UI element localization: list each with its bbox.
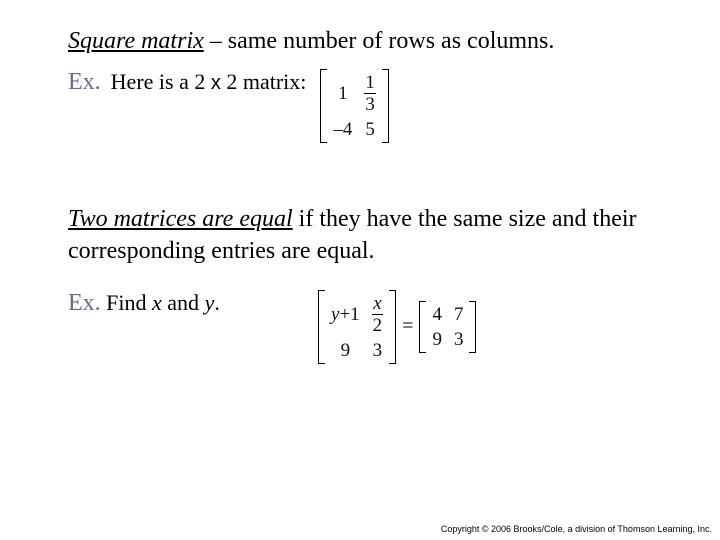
- mR-r2c1: 9: [432, 330, 442, 349]
- mL-r2c2: 3: [373, 341, 383, 360]
- mR-r1c2: 7: [454, 305, 464, 324]
- ex2-text-b: and: [162, 290, 205, 315]
- matrix-grid: y+1 x 2 9 3: [325, 290, 389, 364]
- bracket-left-icon: [320, 69, 327, 143]
- def-dash: –: [204, 28, 228, 54]
- example-2-equation: y+1 x 2 9 3 = 4 7 9 3: [318, 290, 476, 364]
- bracket-left-icon: [318, 290, 325, 364]
- example-1-text: Here is a 2 x 2 matrix:: [111, 69, 307, 95]
- ex2-text-a: Find: [106, 290, 152, 315]
- copyright-text: Copyright © 2006 Brooks/Cole, a division…: [441, 524, 712, 534]
- ex2-right-matrix: 4 7 9 3: [419, 301, 476, 353]
- slide: Square matrix – same number of rows as c…: [0, 0, 720, 540]
- ex1-text-b: 2 matrix:: [221, 69, 307, 94]
- bracket-left-icon: [419, 301, 426, 353]
- mR-r2c2: 3: [454, 330, 464, 349]
- m1-r2c1: –4: [333, 120, 352, 139]
- ex2-text-c: .: [214, 290, 220, 315]
- ex1-text-a: Here is a 2: [111, 69, 211, 94]
- mL-r2c1: 9: [341, 341, 351, 360]
- bracket-right-icon: [382, 69, 389, 143]
- equals-sign: =: [396, 315, 419, 338]
- m1-r2c2: 5: [365, 120, 375, 139]
- example-1-matrix: 1 1 3 –4 5: [320, 69, 389, 143]
- m1-r1c2-frac: 1 3: [364, 73, 376, 114]
- matrix-grid: 1 1 3 –4 5: [327, 69, 382, 143]
- definition-line: Square matrix – same number of rows as c…: [68, 28, 672, 55]
- equal-def-block: Two matrices are equal if they have the …: [68, 203, 648, 268]
- mL-r1c2-frac: x 2: [372, 294, 384, 335]
- mL-r1c2-den: 2: [372, 314, 384, 335]
- ex2-var-x: x: [152, 290, 162, 315]
- def-rest: same number of rows as columns.: [228, 28, 555, 54]
- example-1-row: Ex. Here is a 2 x 2 matrix: 1 1 3 –4 5: [68, 69, 672, 143]
- example-2-lead: Ex. Find x and y.: [68, 290, 278, 317]
- m1-r1c1: 1: [338, 84, 348, 103]
- mR-r1c1: 4: [432, 305, 442, 324]
- ex2-var-y: y: [205, 290, 215, 315]
- mL-r1c1-rest: +1: [339, 304, 359, 325]
- example-2-row: Ex. Find x and y. y+1 x 2 9 3 =: [68, 290, 672, 364]
- bracket-right-icon: [469, 301, 476, 353]
- m1-r1c2-num: 1: [364, 73, 376, 93]
- matrix-grid: 4 7 9 3: [426, 301, 469, 353]
- mL-r1c2-num: x: [372, 294, 382, 314]
- equal-def-lead: Two matrices are equal: [68, 206, 293, 232]
- mL-r1c1: y+1: [331, 305, 360, 324]
- example-2-label: Ex.: [68, 290, 101, 316]
- ex1-mult-x: x: [211, 72, 221, 94]
- m1-r1c2-den: 3: [364, 93, 376, 114]
- ex2-left-matrix: y+1 x 2 9 3: [318, 290, 396, 364]
- example-1-label: Ex.: [68, 69, 101, 96]
- term-square-matrix: Square matrix: [68, 28, 204, 54]
- bracket-right-icon: [389, 290, 396, 364]
